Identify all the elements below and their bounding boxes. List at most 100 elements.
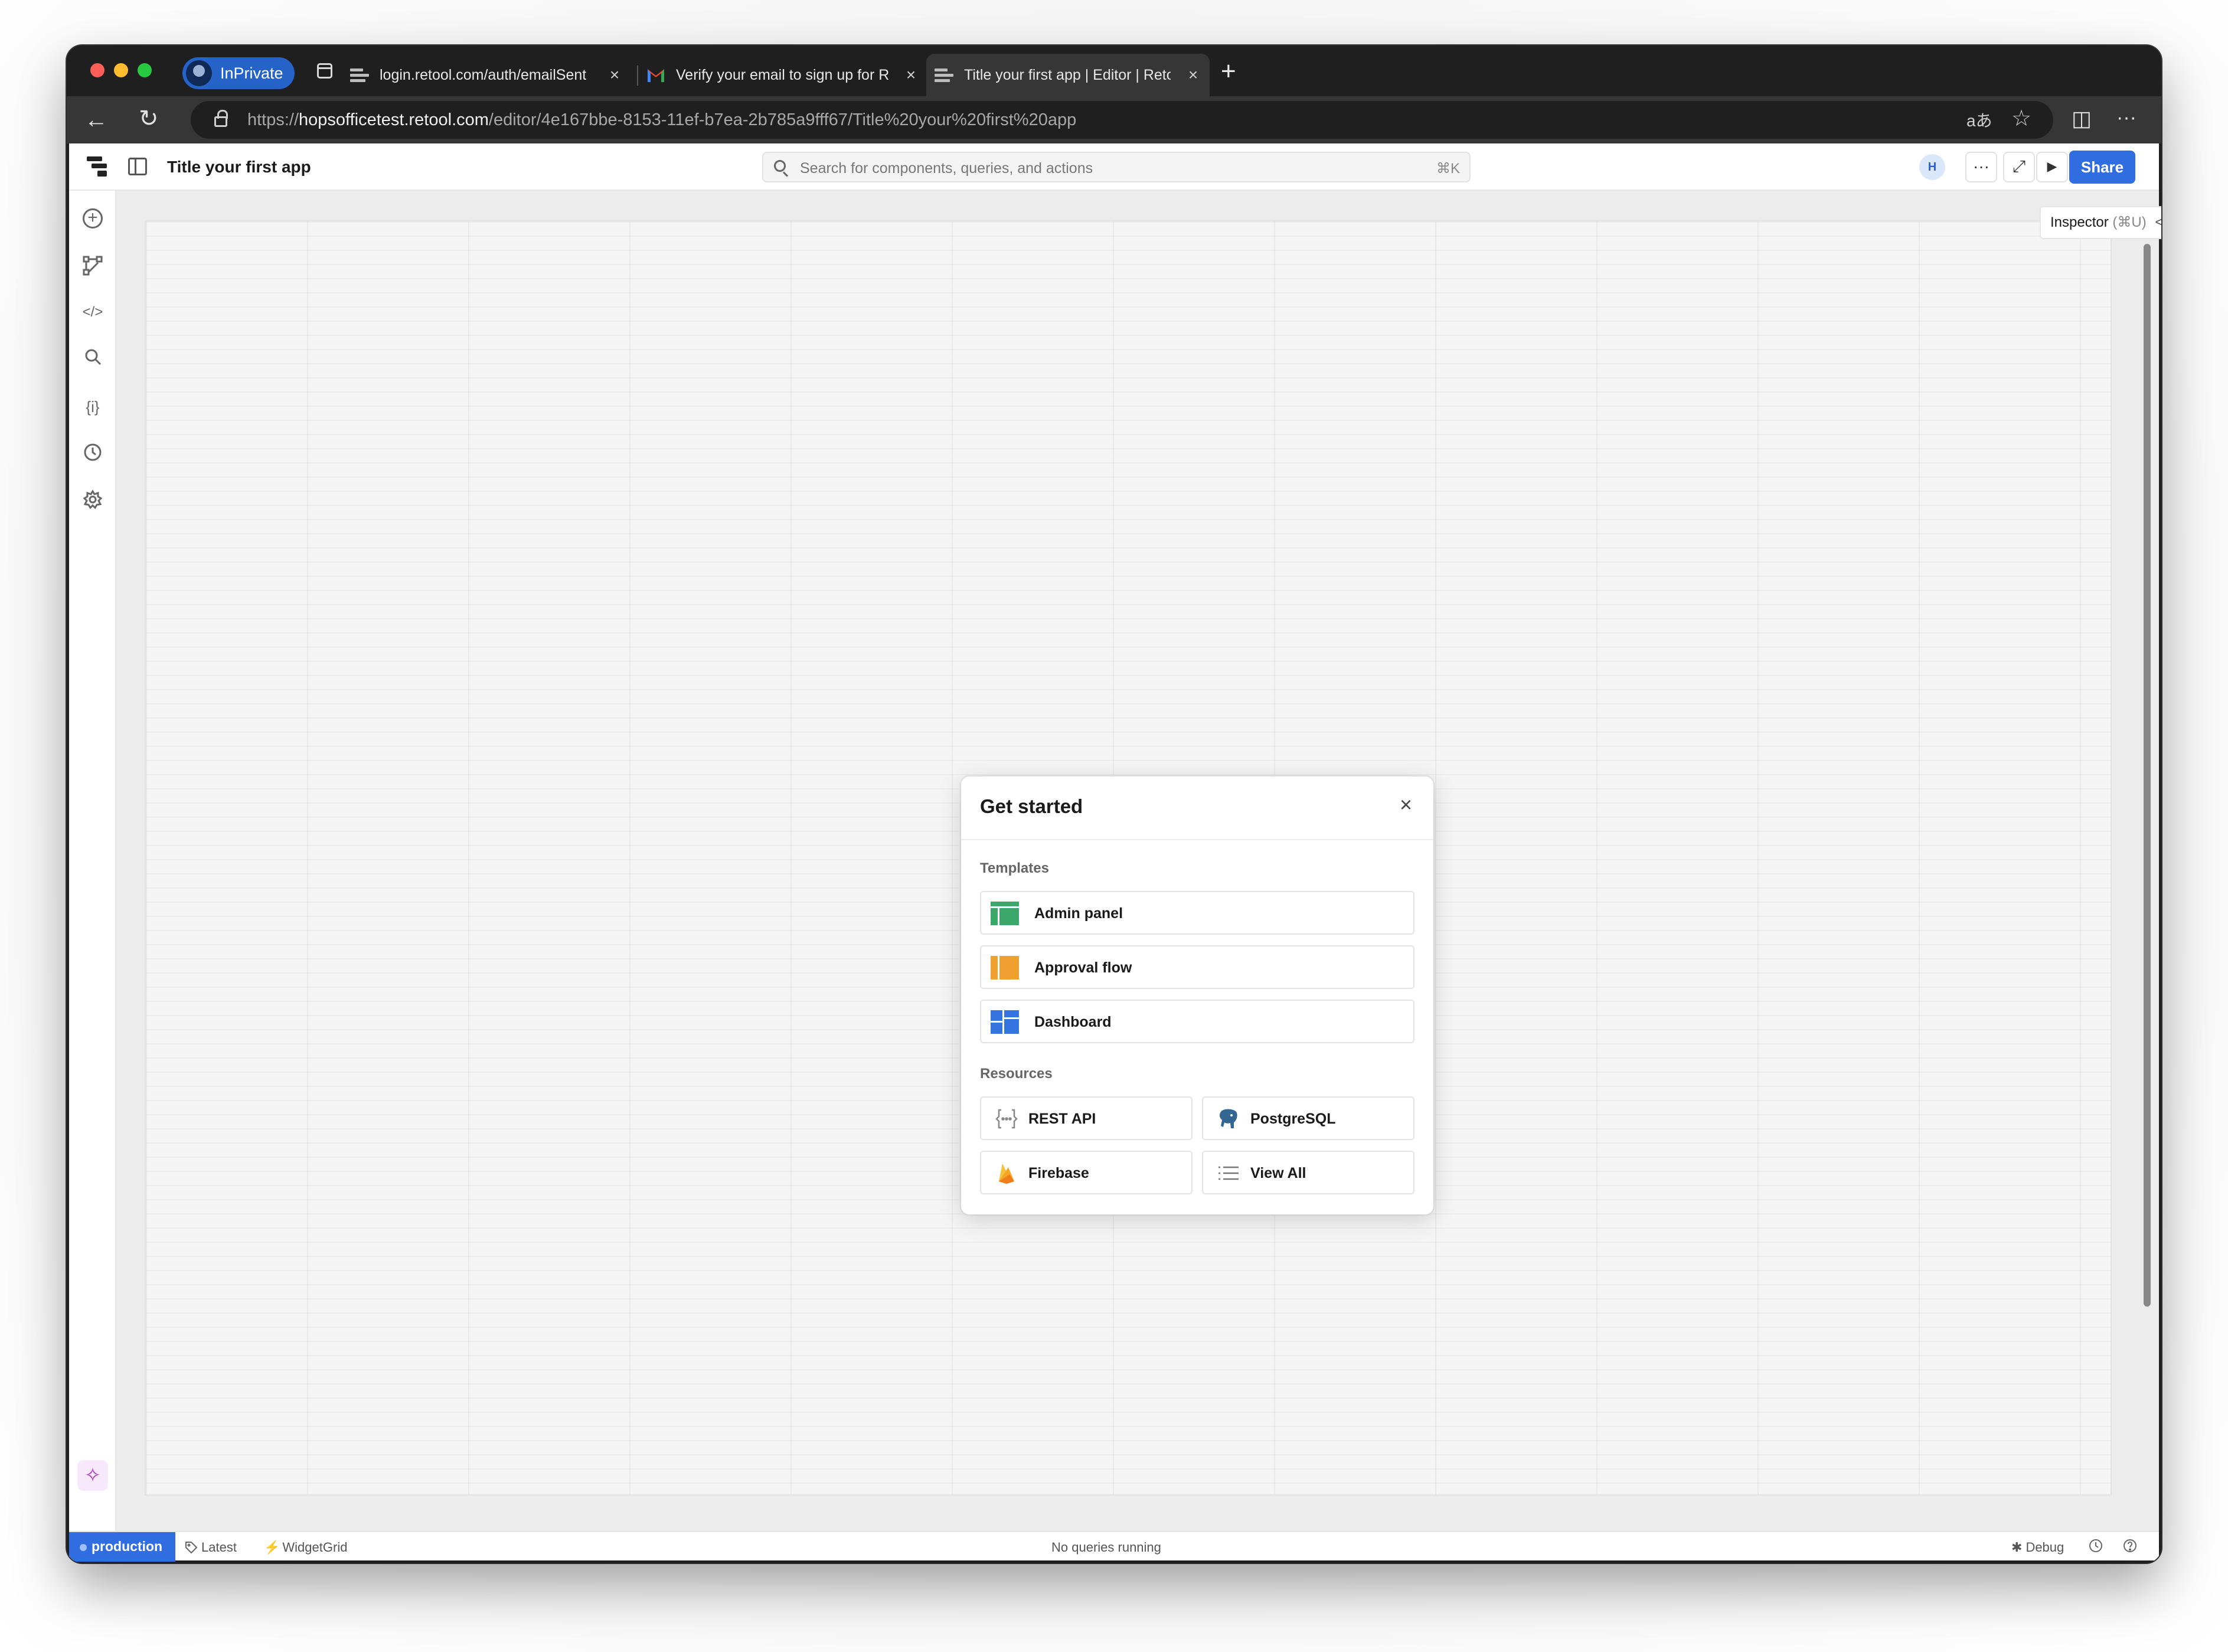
bug-icon: ✱ — [2011, 1540, 2023, 1555]
inspector-shortcut: (⌘U) — [2112, 214, 2147, 230]
fullscreen-button[interactable]: ⤢ — [2003, 152, 2035, 182]
tag-icon — [185, 1542, 198, 1554]
lock-icon[interactable] — [214, 110, 228, 127]
resource-postgresql[interactable]: PostgreSQL — [1202, 1096, 1414, 1140]
browser-menu-icon[interactable]: ··· — [2116, 106, 2136, 129]
resources-heading: Resources — [980, 1066, 1053, 1082]
code-icon[interactable]: </> — [81, 301, 104, 324]
modal-header: Get started × — [961, 776, 1433, 840]
resource-rest-api[interactable]: REST API — [980, 1096, 1193, 1140]
tab-verify-email[interactable]: Verify your email to sign up for Retool … — [646, 54, 927, 96]
close-tab-icon[interactable]: × — [903, 67, 919, 83]
template-dashboard[interactable]: Dashboard — [980, 1000, 1414, 1043]
new-tab-button[interactable]: + — [1221, 58, 1236, 84]
more-options-button[interactable]: ··· — [1965, 152, 1997, 182]
tab-separator — [637, 66, 638, 86]
retool-logo-icon[interactable] — [87, 155, 110, 179]
history-icon[interactable] — [2088, 1538, 2103, 1557]
inprivate-label: InPrivate — [220, 64, 283, 82]
collapse-chevron-icon[interactable]: << — [2155, 214, 2161, 230]
inspector-toggle[interactable]: Inspector (⌘U) << — [2040, 206, 2161, 239]
reload-icon[interactable]: ↻ — [139, 107, 159, 130]
user-avatar[interactable]: H — [1919, 154, 1945, 180]
close-tab-icon[interactable]: × — [606, 67, 623, 83]
history-icon[interactable] — [81, 442, 104, 466]
modal-title: Get started — [980, 795, 1083, 817]
component-tree-icon[interactable] — [81, 256, 104, 279]
resource-label: Firebase — [1028, 1165, 1089, 1181]
command-search-input[interactable]: Search for components, queries, and acti… — [762, 152, 1471, 182]
browser-window: InPrivate login.retool.com/auth/emailSen… — [67, 45, 2161, 1563]
dashboard-icon — [991, 1010, 1019, 1034]
get-started-modal: Get started × Templates Admin panel Appr… — [961, 776, 1433, 1214]
split-screen-icon[interactable]: ◫ — [2072, 107, 2092, 130]
preview-play-button[interactable]: ▶ — [2036, 152, 2068, 182]
search-placeholder: Search for components, queries, and acti… — [800, 160, 1093, 177]
resource-label: REST API — [1028, 1111, 1096, 1127]
inspector-label: Inspector — [2050, 214, 2109, 230]
admin-panel-icon — [991, 902, 1019, 925]
resource-firebase[interactable]: Firebase — [980, 1151, 1193, 1194]
environment-dot-icon — [80, 1544, 87, 1551]
debug-button[interactable]: ✱ Debug — [2011, 1540, 2064, 1555]
queries-status: No queries running — [1051, 1540, 1161, 1555]
help-icon[interactable] — [2122, 1538, 2138, 1557]
app-title[interactable]: Title your first app — [167, 158, 311, 177]
status-bar: production Latest ⚡ WidgetGrid No queries… — [69, 1531, 2159, 1562]
add-component-icon[interactable]: + — [83, 208, 103, 228]
bolt-icon: ⚡ — [264, 1540, 280, 1555]
favorite-star-icon[interactable]: ☆ — [2011, 107, 2031, 130]
share-button[interactable]: Share — [2069, 151, 2135, 184]
tab-title: Title your first app | Editor | Retool — [964, 66, 1171, 83]
retool-favicon-icon — [350, 67, 369, 83]
rest-api-icon — [995, 1109, 1018, 1129]
template-approval-flow[interactable]: Approval flow — [980, 945, 1414, 989]
settings-gear-icon[interactable] — [81, 489, 104, 513]
back-icon[interactable]: ← — [84, 108, 108, 132]
inprivate-badge[interactable]: InPrivate — [182, 57, 295, 89]
toggle-sidebar-icon[interactable] — [128, 158, 147, 175]
list-icon — [1218, 1166, 1239, 1180]
tab-editor-active[interactable]: Title your first app | Editor | Retool × — [926, 54, 1210, 96]
templates-heading: Templates — [980, 860, 1049, 876]
widget-selector[interactable]: ⚡ WidgetGrid — [264, 1540, 347, 1555]
url-text[interactable]: https://hopsofficetest.retool.com/editor… — [247, 110, 1076, 130]
tab-title: login.retool.com/auth/emailSent — [380, 66, 587, 83]
retool-favicon-icon — [935, 67, 953, 83]
close-tab-icon[interactable]: × — [1185, 67, 1201, 83]
gmail-favicon-icon — [646, 67, 665, 83]
template-label: Dashboard — [1034, 1014, 1112, 1030]
editor-header: Title your first app Search for componen… — [69, 143, 2159, 191]
close-window-button[interactable] — [90, 63, 104, 77]
maximize-window-button[interactable] — [138, 63, 152, 77]
profile-avatar-icon — [186, 60, 212, 86]
resource-label: PostgreSQL — [1250, 1111, 1336, 1127]
tab-title: Verify your email to sign up for Retool — [676, 66, 888, 83]
environment-selector[interactable]: production — [69, 1532, 175, 1562]
resource-label: View All — [1250, 1165, 1306, 1181]
address-bar[interactable]: https://hopsofficetest.retool.com/editor… — [191, 101, 2053, 139]
retool-editor: Title your first app Search for componen… — [69, 143, 2161, 1562]
search-icon[interactable] — [81, 348, 104, 371]
search-icon — [774, 160, 786, 172]
canvas-scrollbar[interactable] — [2144, 244, 2151, 1307]
approval-flow-icon — [991, 956, 1019, 980]
tab-login[interactable]: login.retool.com/auth/emailSent × — [350, 54, 631, 96]
tab-bar: InPrivate login.retool.com/auth/emailSen… — [67, 45, 2161, 96]
ai-assist-icon[interactable]: ✧ — [77, 1460, 108, 1491]
postgresql-elephant-icon — [1219, 1109, 1237, 1128]
tab-actions-icon[interactable] — [317, 63, 332, 79]
translate-icon[interactable]: aあ — [1966, 109, 1992, 133]
template-label: Approval flow — [1034, 959, 1132, 976]
release-version[interactable]: Latest — [185, 1540, 237, 1555]
template-label: Admin panel — [1034, 905, 1123, 922]
template-admin-panel[interactable]: Admin panel — [980, 891, 1414, 935]
resource-view-all[interactable]: View All — [1202, 1151, 1414, 1194]
close-icon[interactable]: × — [1400, 794, 1412, 815]
navigation-bar: ← ↻ https://hopsofficetest.retool.com/ed… — [67, 96, 2161, 143]
minimize-window-button[interactable] — [114, 63, 128, 77]
left-toolbar: + </> {i} ✧ — [69, 191, 116, 1531]
firebase-flame-icon — [999, 1164, 1014, 1184]
state-variables-icon[interactable]: {i} — [81, 395, 104, 419]
search-shortcut: ⌘K — [1436, 161, 1460, 177]
